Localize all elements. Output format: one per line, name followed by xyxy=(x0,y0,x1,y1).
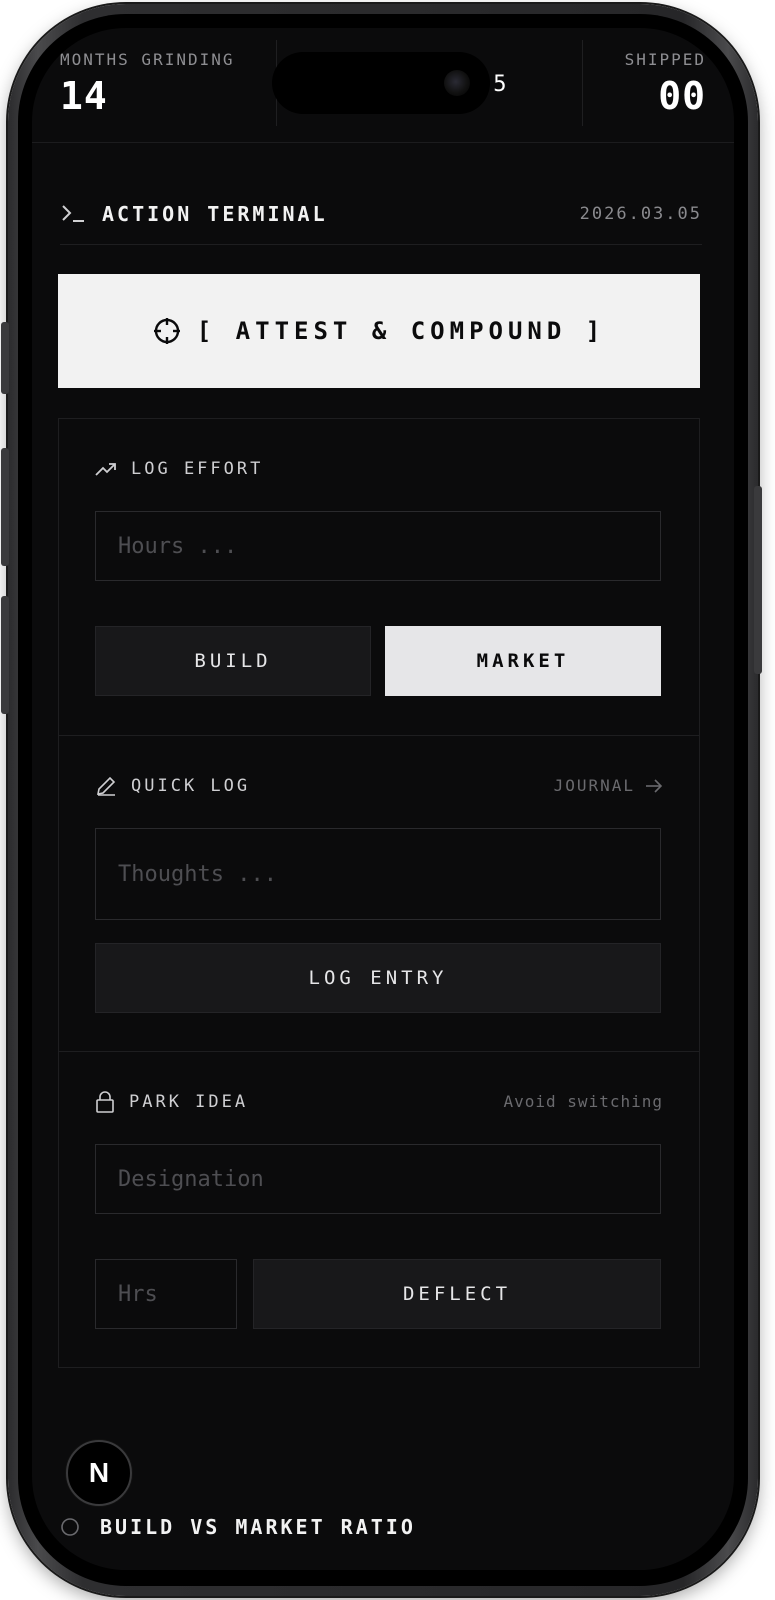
attest-compound-label: [ ATTEST & COMPOUND ] xyxy=(196,317,606,345)
journal-link[interactable]: JOURNAL xyxy=(554,776,663,795)
trending-up-icon xyxy=(95,461,117,477)
arrow-right-icon xyxy=(645,778,663,793)
build-toggle-button[interactable]: BUILD xyxy=(95,626,371,696)
n-logo-badge[interactable]: N xyxy=(66,1440,132,1506)
designation-input[interactable] xyxy=(96,1145,660,1213)
attest-compound-button[interactable]: [ ATTEST & COMPOUND ] xyxy=(58,274,700,388)
pencil-icon xyxy=(95,775,117,797)
thoughts-input-wrapper xyxy=(95,828,661,920)
quick-log-heading: QUICK LOG xyxy=(95,774,250,798)
designation-input-wrapper xyxy=(95,1144,661,1214)
park-idea-heading: PARK IDEA xyxy=(95,1090,248,1114)
park-idea-section: PARK IDEA Avoid switching DEFLECT xyxy=(59,1051,699,1368)
stat-divider xyxy=(582,40,583,126)
header-date: 2026.03.05 xyxy=(579,204,702,224)
ratio-section-title: BUILD VS MARKET RATIO xyxy=(100,1515,416,1539)
log-effort-heading: LOG EFFORT xyxy=(95,457,263,481)
months-grinding-label: MONTHS GRINDING xyxy=(60,50,235,69)
market-toggle-button[interactable]: MARKET xyxy=(385,626,661,696)
quick-log-section: QUICK LOG JOURNAL LOG ENTRY xyxy=(59,735,699,1052)
phone-screen: MONTHS GRINDING 14 .5 SHIPPED 00 ACTION … xyxy=(32,28,734,1570)
hrs-input[interactable] xyxy=(96,1260,236,1328)
deflect-button[interactable]: DEFLECT xyxy=(253,1259,661,1329)
chart-icon xyxy=(60,1516,86,1538)
crosshair-icon xyxy=(153,317,181,345)
action-side-button xyxy=(1,322,9,394)
terminal-prompt-icon xyxy=(60,202,86,224)
park-idea-note: Avoid switching xyxy=(503,1092,663,1111)
lock-icon xyxy=(95,1091,115,1113)
action-panel: LOG EFFORT BUILD MARKET QUICK LOG JOURN xyxy=(58,418,700,1368)
shipped-value: 00 xyxy=(658,74,706,118)
log-effort-section: LOG EFFORT BUILD MARKET xyxy=(59,419,699,735)
hours-input[interactable] xyxy=(96,512,660,580)
journal-link-label: JOURNAL xyxy=(553,776,635,795)
page-title: ACTION TERMINAL xyxy=(102,202,328,226)
shipped-label: SHIPPED xyxy=(624,50,706,69)
volume-up-side-button xyxy=(1,448,9,566)
log-entry-button[interactable]: LOG ENTRY xyxy=(95,943,661,1013)
hrs-input-wrapper xyxy=(95,1259,237,1329)
front-camera xyxy=(444,70,470,96)
log-effort-title: LOG EFFORT xyxy=(131,459,264,479)
power-side-button xyxy=(754,486,762,674)
months-grinding-value: 14 xyxy=(60,74,108,118)
hours-input-wrapper xyxy=(95,511,661,581)
n-logo-letter: N xyxy=(88,1457,110,1488)
thoughts-input[interactable] xyxy=(96,829,660,919)
ratio-section-heading: BUILD VS MARKET RATIO xyxy=(60,1512,416,1542)
quick-log-title: QUICK LOG xyxy=(131,776,251,796)
volume-down-side-button xyxy=(1,596,9,714)
action-terminal-header: ACTION TERMINAL 2026.03.05 xyxy=(60,198,702,245)
dynamic-island xyxy=(272,52,490,114)
park-idea-title: PARK IDEA xyxy=(129,1092,249,1112)
